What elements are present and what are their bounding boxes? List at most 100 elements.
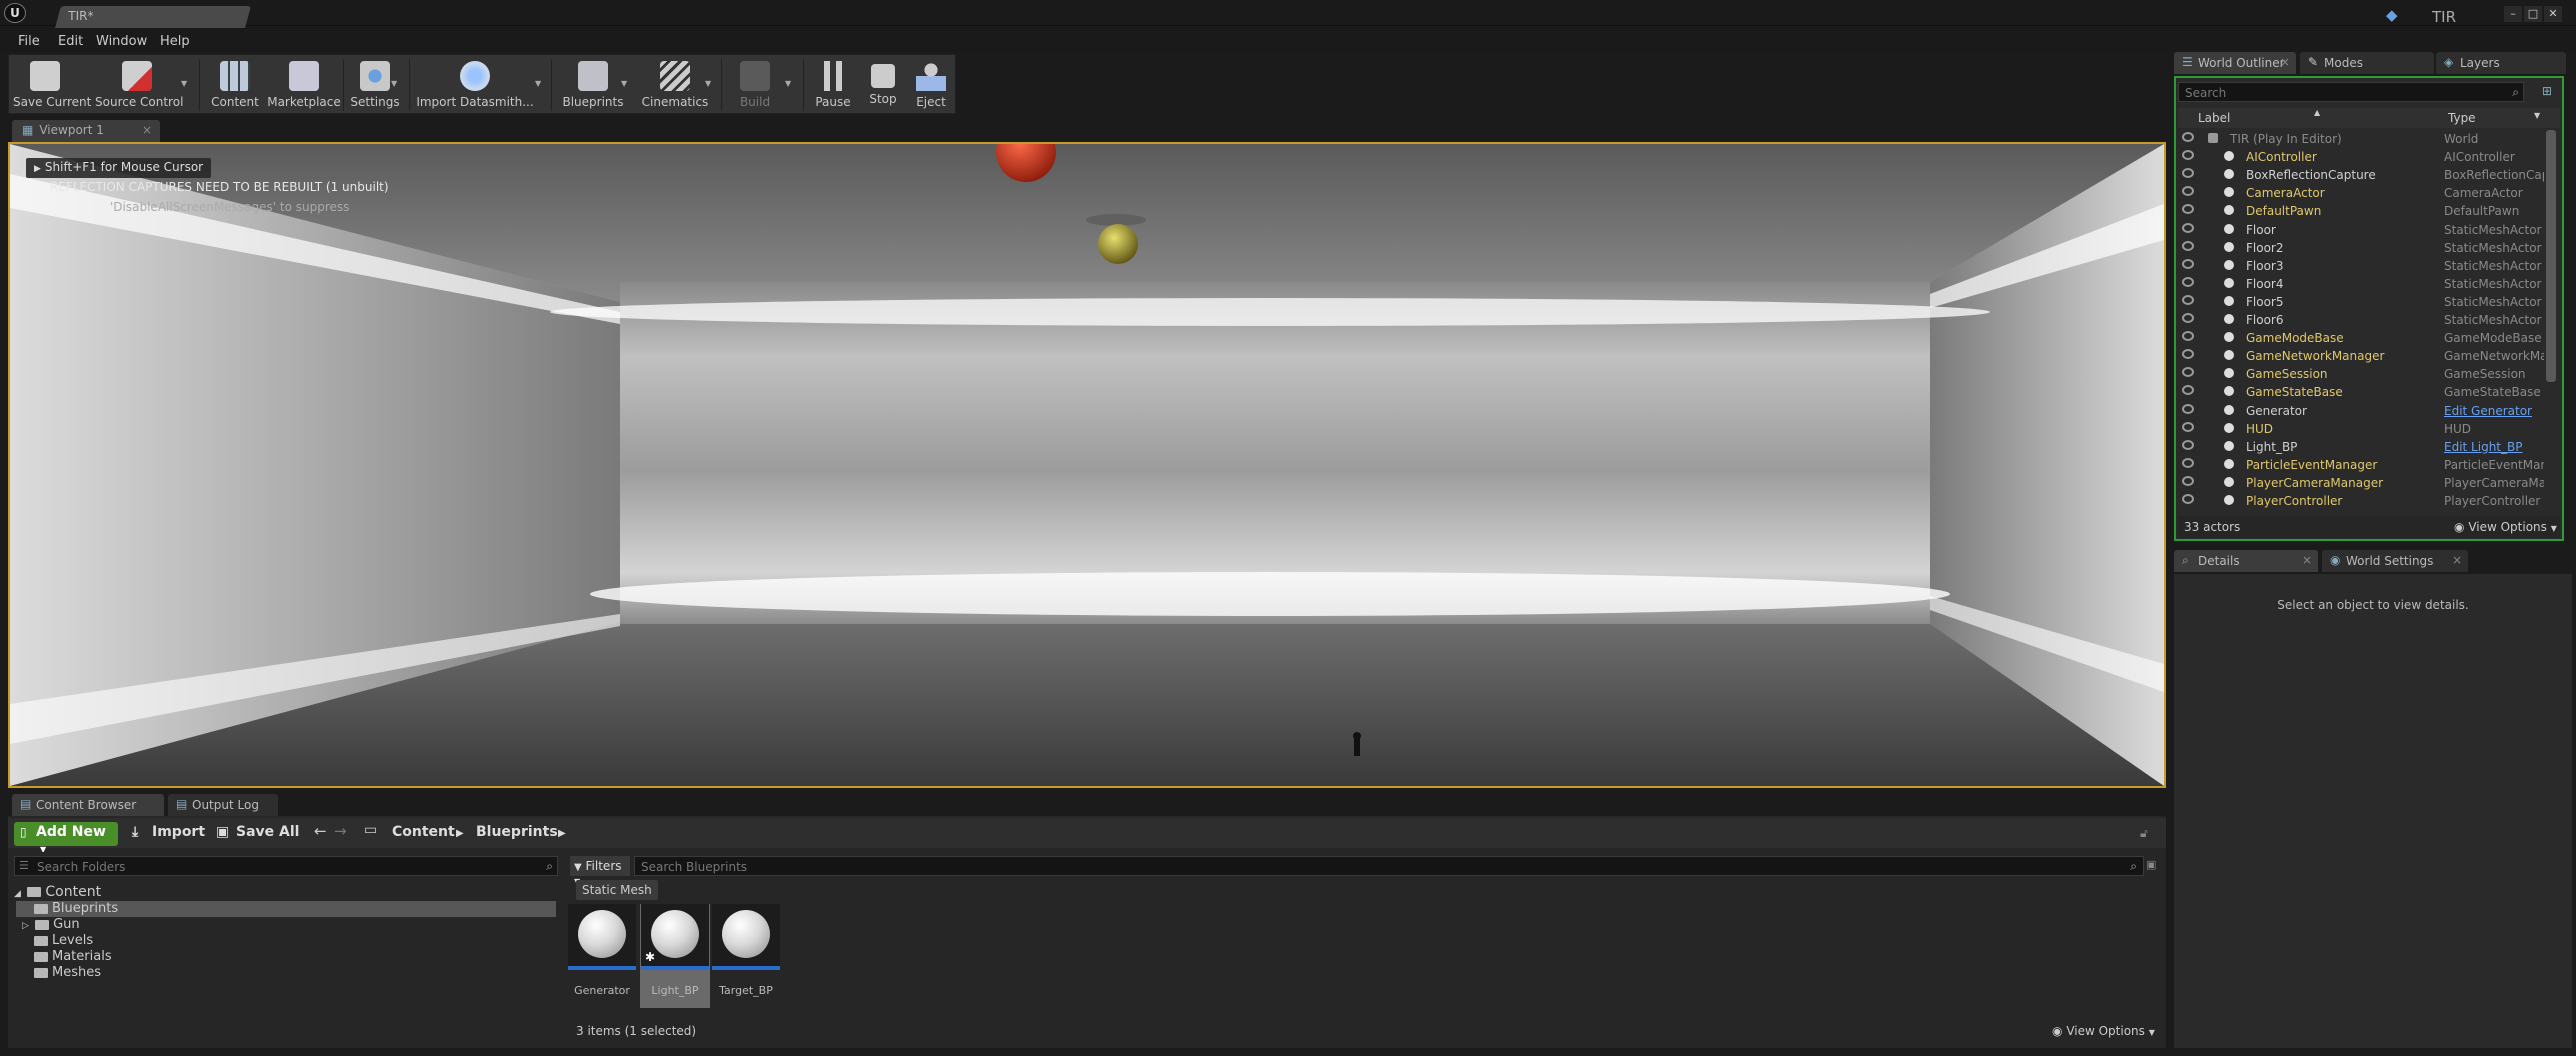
outliner-row[interactable]: AIController AIController xyxy=(2178,148,2546,166)
close-tab-icon[interactable]: × xyxy=(2302,553,2312,567)
visibility-eye-icon[interactable] xyxy=(2182,204,2194,215)
visibility-eye-icon[interactable] xyxy=(2182,475,2194,486)
content-view-options-button[interactable]: ◉ View Options ▼ xyxy=(2052,1024,2155,1038)
label-column-header[interactable]: Label xyxy=(2198,111,2230,125)
static-mesh-filter-chip[interactable]: Static Mesh xyxy=(576,880,658,900)
save-current-button[interactable]: Save Current xyxy=(13,57,91,113)
edit-blueprint-link[interactable]: Edit Generator xyxy=(2444,404,2544,418)
outliner-row[interactable]: Light_BP Edit Light_BP xyxy=(2178,438,2546,456)
menu-help[interactable]: Help xyxy=(160,34,190,49)
outliner-row[interactable]: Floor StaticMeshActor xyxy=(2178,221,2546,239)
outliner-row[interactable]: ParticleEventManager ParticleEventMana xyxy=(2178,456,2546,474)
search-blueprints-input[interactable]: Search Blueprints ⌕ xyxy=(634,856,2144,876)
outliner-row[interactable]: GameNetworkManager GameNetworkMan xyxy=(2178,347,2546,365)
tree-item-gun[interactable]: ▷ Gun xyxy=(22,917,80,933)
settings-dropdown-icon[interactable]: ▼ xyxy=(391,79,397,88)
build-dropdown-icon[interactable]: ▼ xyxy=(785,79,791,88)
tree-item-levels[interactable]: Levels xyxy=(34,933,93,949)
visibility-eye-icon[interactable] xyxy=(2182,168,2194,179)
visibility-eye-icon[interactable] xyxy=(2182,240,2194,251)
build-button[interactable]: Build xyxy=(727,57,783,113)
visibility-eye-icon[interactable] xyxy=(2182,439,2194,450)
lock-icon[interactable]: 🔓︎ xyxy=(2140,826,2148,841)
details-tab[interactable]: ⌕ Details × xyxy=(2174,550,2318,572)
close-tab-icon[interactable]: × xyxy=(2280,55,2290,69)
type-column-header[interactable]: Type xyxy=(2448,111,2476,125)
filters-button[interactable]: ▼ Filters ▼ xyxy=(570,856,630,886)
output-log-tab[interactable]: ▤ Output Log xyxy=(168,794,278,816)
outliner-row[interactable]: HUD HUD xyxy=(2178,420,2546,438)
visibility-eye-icon[interactable] xyxy=(2182,258,2194,269)
outliner-row[interactable]: PlayerController PlayerController xyxy=(2178,492,2546,510)
tree-item-materials[interactable]: Materials xyxy=(34,949,112,965)
breadcrumb-end-arrow-icon[interactable]: ▶ xyxy=(558,828,566,839)
save-search-icon[interactable]: ▣ xyxy=(2146,858,2156,871)
source-control-dropdown-icon[interactable]: ▼ xyxy=(181,79,187,88)
collapse-arrow-icon[interactable]: ▷ xyxy=(22,921,29,931)
save-all-button[interactable]: ▣ Save All xyxy=(212,822,302,846)
asset-tile-generator[interactable]: Generator xyxy=(568,904,636,1004)
pause-button[interactable]: Pause xyxy=(809,57,857,113)
modes-tab[interactable]: ✎ Modes xyxy=(2300,52,2434,74)
visibility-eye-icon[interactable] xyxy=(2182,403,2194,414)
outliner-row[interactable]: CameraActor CameraActor xyxy=(2178,184,2546,202)
import-datasmith-button[interactable]: Import Datasmith... xyxy=(415,57,535,113)
breadcrumb-blueprints[interactable]: Blueprints xyxy=(476,824,558,840)
edit-blueprint-link[interactable]: Edit Light_BP xyxy=(2444,440,2544,454)
visibility-eye-icon[interactable] xyxy=(2182,457,2194,468)
outliner-row[interactable]: PlayerCameraManager PlayerCameraMan xyxy=(2178,474,2546,492)
import-button[interactable]: ⤓ Import xyxy=(128,822,208,846)
forward-arrow-icon[interactable]: → xyxy=(334,822,347,840)
breadcrumb-separator-icon[interactable]: ▶ xyxy=(456,828,464,839)
add-new-button[interactable]: ▯ Add New ▼ xyxy=(14,822,118,854)
outliner-view-options-button[interactable]: ◉ View Options ▼ xyxy=(2454,520,2557,534)
outliner-row[interactable]: Floor5 StaticMeshActor xyxy=(2178,293,2546,311)
minimize-icon[interactable]: – xyxy=(2504,6,2522,22)
outliner-row[interactable]: Generator Edit Generator xyxy=(2178,402,2546,420)
layers-tab[interactable]: ◈ Layers xyxy=(2436,52,2566,74)
outliner-scrollbar[interactable] xyxy=(2546,130,2556,382)
visibility-eye-icon[interactable] xyxy=(2182,132,2194,142)
outliner-row[interactable]: Floor6 StaticMeshActor xyxy=(2178,311,2546,329)
unreal-logo-icon[interactable]: U xyxy=(4,3,26,23)
search-folders-input[interactable]: ☰ Search Folders ⌕ xyxy=(14,856,558,876)
world-settings-tab[interactable]: ◉ World Settings × xyxy=(2322,550,2468,572)
tree-item-meshes[interactable]: Meshes xyxy=(34,965,101,981)
outliner-row[interactable]: BoxReflectionCapture BoxReflectionCapt xyxy=(2178,166,2546,184)
viewport-tab[interactable]: ▦ Viewport 1 × xyxy=(12,120,160,142)
visibility-eye-icon[interactable] xyxy=(2182,494,2194,504)
outliner-row[interactable]: GameModeBase GameModeBase xyxy=(2178,329,2546,347)
asset-tile-target-bp[interactable]: Target_BP xyxy=(712,904,780,1004)
visibility-eye-icon[interactable] xyxy=(2182,150,2194,161)
outliner-row[interactable]: Floor4 StaticMeshActor xyxy=(2178,275,2546,293)
visibility-eye-icon[interactable] xyxy=(2182,385,2194,396)
tree-item-blueprints[interactable]: Blueprints xyxy=(34,901,118,917)
close-tab-icon[interactable]: × xyxy=(2452,553,2462,567)
visibility-eye-icon[interactable] xyxy=(2182,186,2194,197)
outliner-row[interactable]: Floor2 StaticMeshActor xyxy=(2178,239,2546,257)
datasmith-dropdown-icon[interactable]: ▼ xyxy=(535,79,541,88)
cinematics-button[interactable]: Cinematics xyxy=(639,57,711,113)
breadcrumb-content[interactable]: Content xyxy=(392,824,455,840)
stop-button[interactable]: Stop xyxy=(861,57,905,113)
cinematics-dropdown-icon[interactable]: ▼ xyxy=(705,79,711,88)
content-browser-tab[interactable]: ▤ Content Browser xyxy=(12,794,164,816)
visibility-eye-icon[interactable] xyxy=(2182,222,2194,233)
menu-file[interactable]: File xyxy=(18,34,40,49)
outliner-row[interactable]: GameSession GameSession xyxy=(2178,365,2546,383)
visibility-eye-icon[interactable] xyxy=(2182,349,2194,360)
close-tab-icon[interactable]: × xyxy=(142,123,152,137)
visibility-eye-icon[interactable] xyxy=(2182,276,2194,287)
blueprints-dropdown-icon[interactable]: ▼ xyxy=(621,79,627,88)
close-icon[interactable]: ✕ xyxy=(2544,6,2562,22)
tree-root-content[interactable]: ◢ Content xyxy=(14,884,101,900)
visibility-eye-icon[interactable] xyxy=(2182,313,2194,323)
content-button[interactable]: Content xyxy=(205,57,265,113)
type-column-dropdown-icon[interactable]: ▼ xyxy=(2534,111,2540,120)
expand-arrow-icon[interactable]: ◢ xyxy=(14,889,21,899)
menu-edit[interactable]: Edit xyxy=(58,34,83,49)
visibility-eye-icon[interactable] xyxy=(2182,294,2194,305)
maximize-icon[interactable]: □ xyxy=(2524,6,2542,22)
blueprints-button[interactable]: Blueprints xyxy=(557,57,629,113)
outliner-row[interactable]: TIR (Play In Editor) World xyxy=(2178,130,2546,148)
